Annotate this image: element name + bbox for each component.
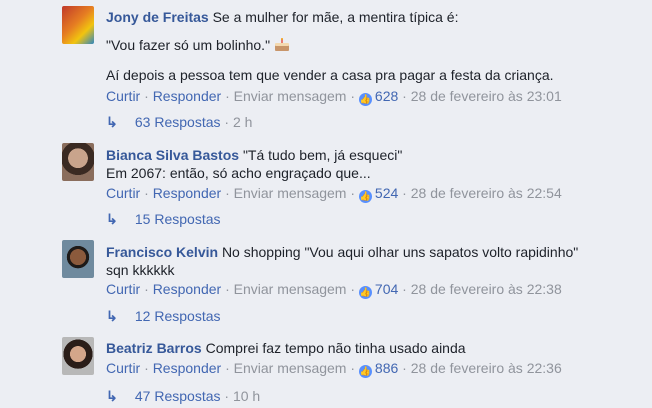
comment-header: Francisco Kelvin No shopping "Vou aqui o… [106,243,578,261]
separator: · [144,185,149,201]
separator: · [225,360,230,376]
separator: · [225,281,230,297]
comment-line: Em 2067: então, só acho engraçado que... [106,165,371,181]
like-link[interactable]: Curtir [106,88,140,104]
like-count[interactable]: 628 [375,88,398,104]
send-message-link[interactable]: Enviar mensagem [234,185,347,201]
comment-actions: Curtir · Responder · Enviar mensagem · 👍… [106,359,562,378]
replies-time: 10 h [232,388,261,404]
replies-link[interactable]: ↳ 63 Respostas · 2 h [106,113,252,131]
comment-actions: Curtir · Responder · Enviar mensagem · 👍… [106,184,562,203]
separator: · [402,185,407,201]
replies-link[interactable]: ↳ 47 Respostas · 10 h [106,387,260,405]
separator: · [350,281,356,297]
separator: · [350,360,356,376]
separator: · [350,88,356,104]
separator: · [402,88,407,104]
replies-time: 2 h [232,114,253,130]
like-count[interactable]: 704 [375,281,398,297]
reply-link[interactable]: Responder [153,360,222,376]
separator: · [224,388,230,404]
avatar[interactable] [62,337,94,375]
separator: · [224,114,230,130]
comment-line: sqn kkkkkk [106,262,175,278]
avatar[interactable] [62,240,94,278]
timestamp[interactable]: 28 de fevereiro às 22:36 [411,360,562,376]
avatar[interactable] [62,6,94,44]
reply-link[interactable]: Responder [153,281,222,297]
separator: · [225,88,230,104]
timestamp[interactable]: 28 de fevereiro às 23:01 [411,88,562,104]
thumbs-up-icon: 👍 [358,365,372,378]
author-name[interactable]: Francisco Kelvin [106,244,218,260]
comment-header: Jony de Freitas Se a mulher for mãe, a m… [106,8,458,26]
replies-count[interactable]: 12 Respostas [135,308,221,324]
comment-text: Comprei faz tempo não tinha usado ainda [205,340,466,356]
replies-count[interactable]: 63 Respostas [135,114,221,130]
avatar[interactable] [62,143,94,181]
timestamp[interactable]: 28 de fevereiro às 22:38 [411,281,562,297]
comment-text: No shopping "Vou aqui olhar uns sapatos … [221,244,579,260]
separator: · [144,360,149,376]
thumbs-up-icon: 👍 [358,190,372,203]
cake-icon [275,38,290,51]
comment-header: Bianca Silva Bastos "Tá tudo bem, já esq… [106,146,402,164]
comment-header: Beatriz Barros Comprei faz tempo não tin… [106,339,466,357]
author-name[interactable]: Jony de Freitas [106,9,209,25]
like-link[interactable]: Curtir [106,360,140,376]
author-name[interactable]: Bianca Silva Bastos [106,147,239,163]
comment-actions: Curtir · Responder · Enviar mensagem · 👍… [106,87,562,106]
reply-arrow-icon: ↳ [106,211,118,227]
replies-link[interactable]: ↳ 12 Respostas [106,307,221,325]
comment-line-text: "Vou fazer só um bolinho." [106,37,271,53]
separator: · [144,88,149,104]
reply-arrow-icon: ↳ [106,114,118,130]
reply-link[interactable]: Responder [153,88,222,104]
send-message-link[interactable]: Enviar mensagem [234,281,347,297]
replies-count[interactable]: 47 Respostas [135,388,221,404]
separator: · [402,281,407,297]
like-count[interactable]: 524 [375,185,398,201]
comment-line: Aí depois a pessoa tem que vender a casa… [106,67,554,83]
like-link[interactable]: Curtir [106,185,140,201]
comment-text: "Tá tudo bem, já esqueci" [242,147,403,163]
separator: · [350,185,356,201]
thumbs-up-icon: 👍 [358,286,372,299]
reply-arrow-icon: ↳ [106,308,118,324]
comment-actions: Curtir · Responder · Enviar mensagem · 👍… [106,280,562,299]
send-message-link[interactable]: Enviar mensagem [234,88,347,104]
separator: · [402,360,407,376]
timestamp[interactable]: 28 de fevereiro às 22:54 [411,185,562,201]
reply-arrow-icon: ↳ [106,388,118,404]
separator: · [144,281,149,297]
comment-text: Se a mulher for mãe, a mentira típica é: [212,9,459,25]
comment-line: "Vou fazer só um bolinho." [106,36,290,54]
thumbs-up-icon: 👍 [358,93,372,106]
send-message-link[interactable]: Enviar mensagem [234,360,347,376]
like-link[interactable]: Curtir [106,281,140,297]
separator: · [225,185,230,201]
replies-count[interactable]: 15 Respostas [135,211,221,227]
replies-link[interactable]: ↳ 15 Respostas [106,210,221,228]
reply-link[interactable]: Responder [153,185,222,201]
author-name[interactable]: Beatriz Barros [106,340,202,356]
like-count[interactable]: 886 [375,360,398,376]
